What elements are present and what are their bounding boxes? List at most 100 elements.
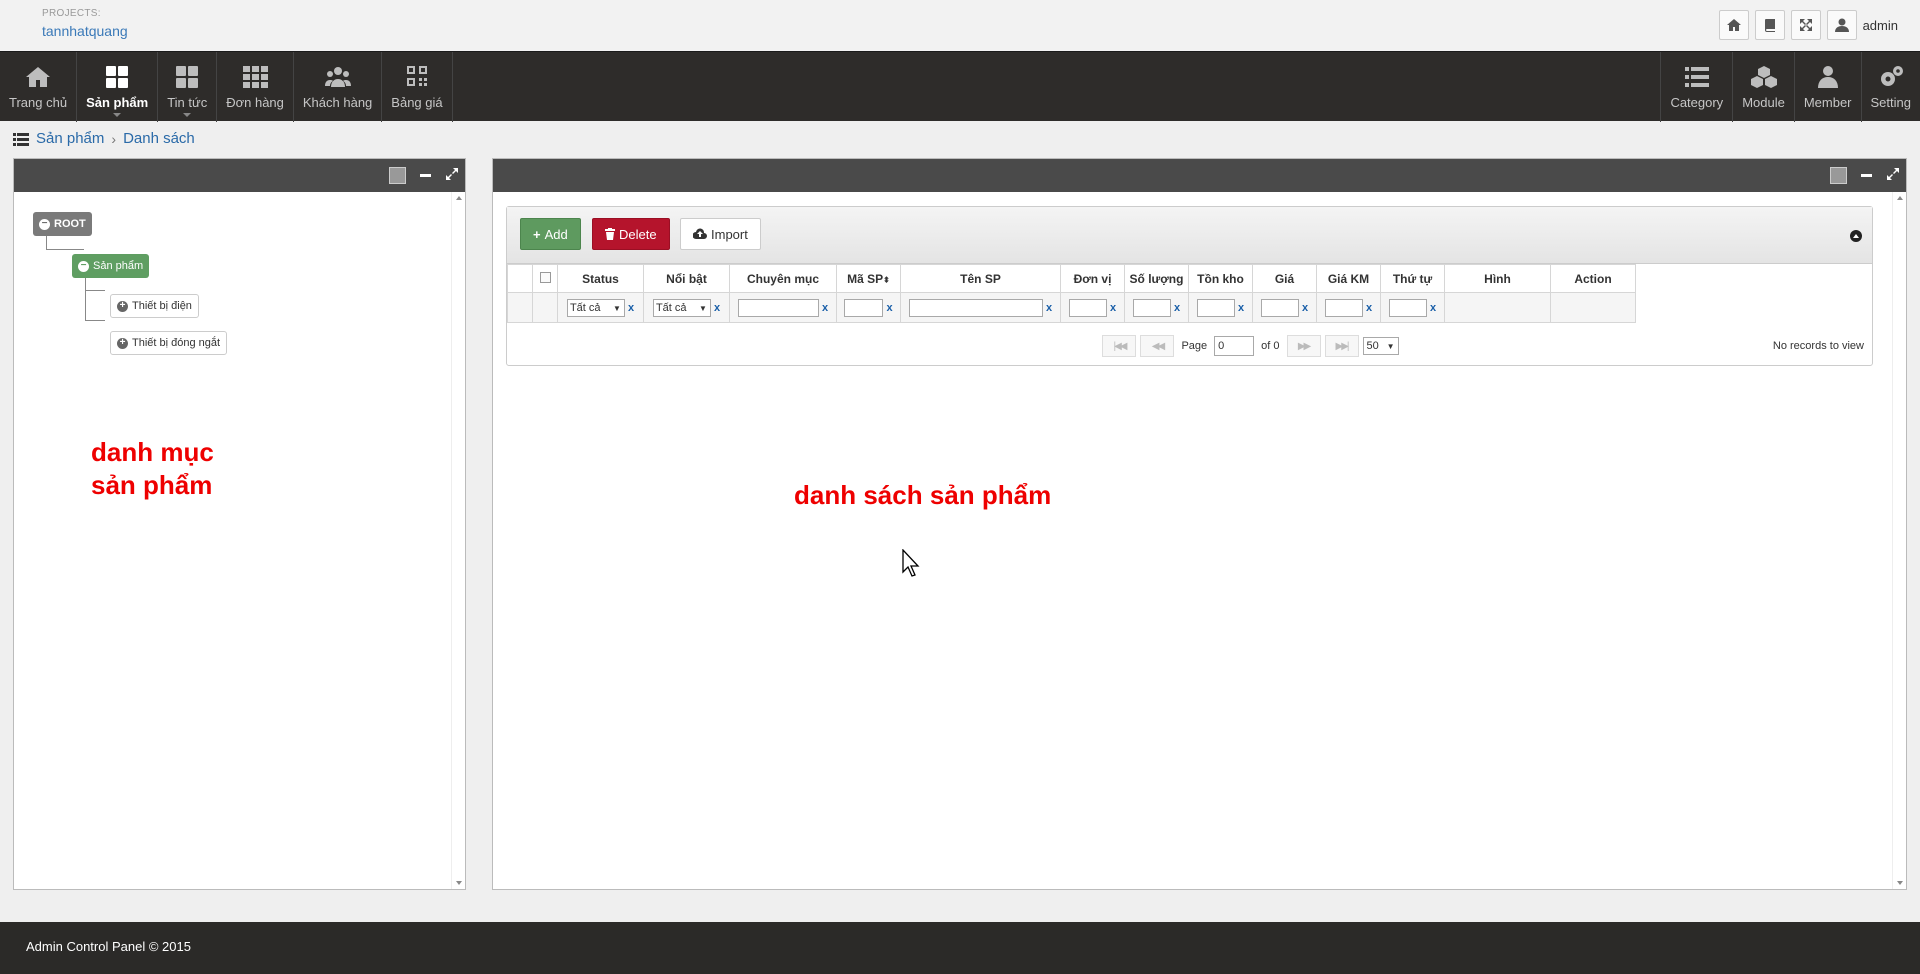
fullscreen-button[interactable]: [1790, 10, 1821, 40]
clear-filter-button[interactable]: x: [1110, 302, 1116, 314]
column-header-featured[interactable]: Nổi bật: [643, 264, 730, 293]
page-count: of 0: [1261, 340, 1280, 352]
expand-plus-icon[interactable]: +: [117, 300, 128, 312]
panel-minimize-button[interactable]: [420, 174, 431, 177]
code-filter-input[interactable]: [844, 298, 884, 317]
column-header-stock[interactable]: Tồn kho: [1188, 264, 1253, 293]
clear-filter-button[interactable]: x: [1302, 302, 1308, 314]
nav-item-home[interactable]: Trang chủ: [0, 52, 78, 122]
panel-minimize-button[interactable]: [1861, 174, 1872, 177]
nav-item-category[interactable]: Category: [1660, 52, 1732, 122]
quantity-filter-input[interactable]: [1132, 298, 1171, 317]
project-name-link[interactable]: tannhatquang: [42, 23, 128, 39]
clear-filter-button[interactable]: x: [1238, 302, 1244, 314]
nav-item-member[interactable]: Member: [1793, 52, 1861, 122]
main-navbar: Trang chủ Sản phẩm Tin tức Đơn hàng Khác…: [0, 51, 1920, 122]
nav-item-module[interactable]: Module: [1732, 52, 1794, 122]
nav-item-news[interactable]: Tin tức: [158, 52, 218, 122]
select-all-header: [532, 264, 558, 293]
book-icon: [1764, 19, 1775, 32]
select-all-checkbox[interactable]: [539, 271, 551, 283]
user-menu[interactable]: admin: [1826, 10, 1898, 40]
column-header-quantity[interactable]: Số lượng: [1124, 264, 1189, 293]
apps-icon: [243, 65, 269, 88]
nav-item-setting[interactable]: Setting: [1860, 52, 1920, 122]
footer-text: Admin Control Panel © 2015: [26, 939, 191, 954]
column-header-status[interactable]: Status: [557, 264, 644, 293]
name-filter-input[interactable]: [908, 298, 1043, 317]
sale-price-filter-input[interactable]: [1324, 298, 1363, 317]
tree-node-root[interactable]: − ROOT: [33, 212, 92, 236]
category-panel: − ROOT − Sản phẩm + Thiết bị điện + Thiế…: [13, 158, 466, 890]
book-button[interactable]: [1754, 10, 1785, 40]
clear-filter-button[interactable]: x: [628, 302, 634, 314]
scrollbar[interactable]: [451, 192, 465, 889]
tree-node-child[interactable]: + Thiết bị điện: [110, 294, 199, 318]
nav-item-products[interactable]: Sản phẩm: [77, 52, 159, 122]
unit-filter-input[interactable]: [1068, 298, 1107, 317]
import-button[interactable]: Import: [680, 218, 761, 250]
status-filter-select[interactable]: Tất cả: [566, 298, 625, 317]
clear-filter-button[interactable]: x: [1430, 302, 1436, 314]
page-input[interactable]: 0: [1214, 336, 1255, 356]
projects-label: PROJECTS:: [42, 8, 101, 19]
delete-button[interactable]: Delete: [592, 218, 670, 250]
add-button[interactable]: + Add: [520, 218, 581, 250]
order-filter-input[interactable]: [1388, 298, 1427, 317]
panel-toggle-button[interactable]: [389, 167, 406, 184]
column-header-product-code[interactable]: Mã SP⬍: [836, 264, 901, 293]
panel-toggle-button[interactable]: [1830, 167, 1847, 184]
last-page-button[interactable]: ▶▶|: [1324, 335, 1359, 357]
clear-filter-button[interactable]: x: [714, 302, 720, 314]
first-page-button[interactable]: |◀◀: [1102, 335, 1137, 357]
fullscreen-icon: [1799, 19, 1812, 31]
column-header-order[interactable]: Thứ tự: [1380, 264, 1445, 293]
column-header-price[interactable]: Giá: [1252, 264, 1317, 293]
collapse-icon[interactable]: −: [39, 218, 50, 230]
home-icon: [1726, 19, 1741, 31]
expand-plus-icon[interactable]: +: [117, 337, 128, 349]
panel-expand-button[interactable]: [1886, 167, 1900, 184]
clear-filter-button[interactable]: x: [1046, 302, 1052, 314]
breadcrumb-item-products[interactable]: Sản phẩm: [36, 130, 104, 147]
column-header-image: Hình: [1444, 264, 1551, 293]
tree-node-child[interactable]: + Thiết bị đóng ngắt: [110, 331, 228, 355]
clear-filter-button[interactable]: x: [886, 302, 892, 314]
nav-item-orders[interactable]: Đơn hàng: [217, 52, 294, 122]
tree-node-selected[interactable]: − Sản phẩm: [72, 254, 150, 278]
nav-item-label: Đơn hàng: [226, 94, 284, 110]
scrollbar[interactable]: [1892, 192, 1906, 889]
product-grid: + Add Delete Import Status Nổi bật Chuyê…: [506, 206, 1873, 366]
page-size-select[interactable]: 50: [1362, 337, 1399, 355]
breadcrumb-item-list[interactable]: Danh sách: [123, 130, 195, 147]
expand-icon: [1887, 168, 1899, 180]
top-bar: PROJECTS: tannhatquang admin: [0, 0, 1920, 51]
clear-filter-button[interactable]: x: [1366, 302, 1372, 314]
panel-header: [14, 159, 465, 192]
column-header-product-name[interactable]: Tên SP: [900, 264, 1061, 293]
next-page-button[interactable]: ▶▶: [1286, 335, 1321, 357]
panel-expand-button[interactable]: [445, 167, 459, 184]
collapse-grid-button[interactable]: [1850, 230, 1862, 242]
panel-header: [493, 159, 1906, 192]
footer: Admin Control Panel © 2015: [0, 922, 1920, 974]
category-filter-input[interactable]: [737, 298, 819, 317]
column-header-category[interactable]: Chuyên mục: [729, 264, 837, 293]
nav-item-customers[interactable]: Khách hàng: [294, 52, 383, 122]
column-header-unit[interactable]: Đơn vị: [1060, 264, 1125, 293]
cubes-icon: [1750, 65, 1777, 88]
pager: |◀◀ ◀◀ Page 0 of 0 ▶▶ ▶▶| 50 No records …: [507, 327, 1872, 365]
column-header-sale-price[interactable]: Giá KM: [1316, 264, 1381, 293]
price-filter-input[interactable]: [1260, 298, 1299, 317]
tree-node-label: Thiết bị điện: [132, 300, 192, 312]
home-button[interactable]: [1718, 10, 1749, 40]
sort-icon: ⬍: [883, 274, 890, 284]
clear-filter-button[interactable]: x: [822, 302, 828, 314]
collapse-icon[interactable]: −: [78, 260, 89, 272]
breadcrumb: Sản phẩm › Danh sách: [13, 130, 195, 147]
nav-item-pricelist[interactable]: Bảng giá: [382, 52, 453, 122]
stock-filter-input[interactable]: [1196, 298, 1235, 317]
featured-filter-select[interactable]: Tất cả: [652, 298, 711, 317]
clear-filter-button[interactable]: x: [1174, 302, 1180, 314]
prev-page-button[interactable]: ◀◀: [1140, 335, 1175, 357]
